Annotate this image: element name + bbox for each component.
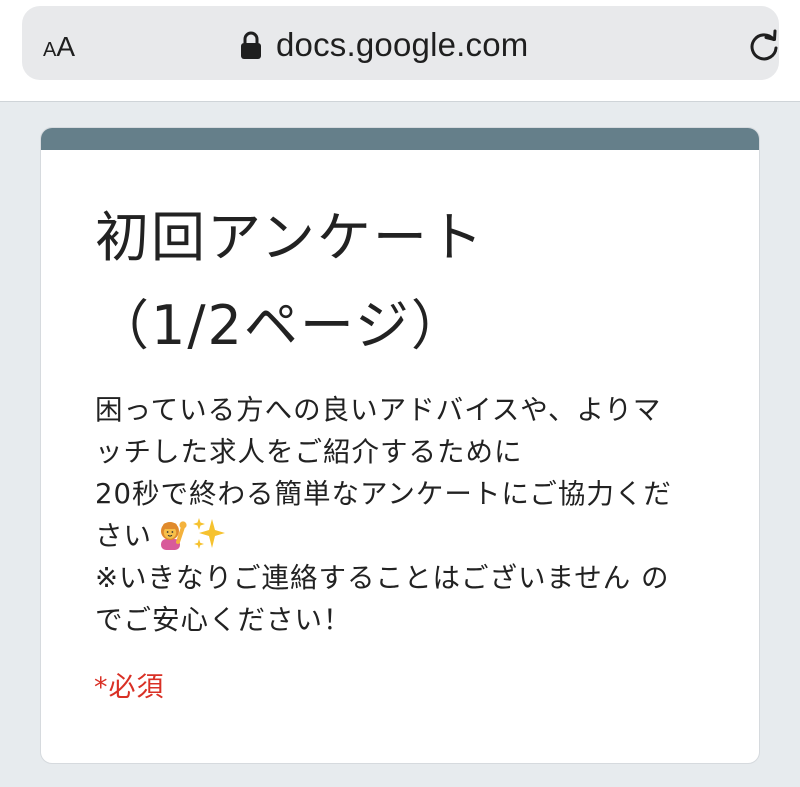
description-line: 困っている方への良いアドバイスや、よりマ	[95, 394, 662, 426]
form-description: 困っている方への良いアドバイスや、よりマ ッチした求人をご紹介するために 20秒…	[95, 389, 715, 641]
form-title-line: （1/2ページ）	[95, 294, 467, 357]
form-title-line: 初回アンケート	[95, 206, 485, 269]
url-text: docs.google.com	[276, 26, 529, 63]
description-line: 20秒で終わる簡単なアンケートにご協力くだ	[95, 478, 672, 510]
reload-icon	[750, 29, 778, 61]
description-line: さい	[95, 520, 152, 552]
lock-icon	[241, 31, 261, 59]
text-size-small-label: A	[43, 39, 57, 61]
sparkles-icon	[193, 518, 225, 549]
card-accent-bar	[41, 128, 759, 150]
url-pill[interactable]: A A docs.google.com	[22, 6, 779, 80]
form-header-card: 初回アンケート （1/2ページ） 困っている方への良いアドバイスや、よりマ ッチ…	[40, 127, 760, 764]
description-line: ※いきなりご連絡することはございません の	[95, 562, 670, 594]
required-note: *必須	[94, 672, 165, 703]
text-size-large-label: A	[56, 31, 76, 62]
browser-address-bar: A A docs.google.com	[0, 0, 800, 102]
description-line-with-emoji: さい	[95, 515, 715, 557]
text-size-button[interactable]: A A	[43, 26, 103, 62]
reload-button[interactable]	[744, 26, 784, 66]
raising-hand-icon	[161, 521, 187, 550]
description-line: でご安心ください！	[95, 604, 352, 636]
url-display[interactable]: docs.google.com	[238, 25, 528, 65]
form-title: 初回アンケート （1/2ページ）	[95, 194, 735, 370]
description-line: ッチした求人をご紹介するために	[95, 436, 523, 468]
